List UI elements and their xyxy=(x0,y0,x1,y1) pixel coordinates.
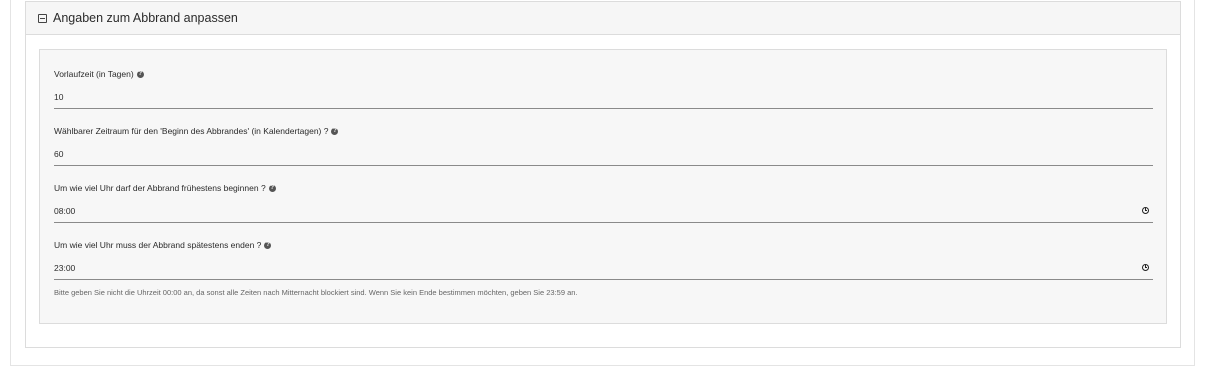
panel-title: Angaben zum Abbrand anpassen xyxy=(53,11,238,25)
form-area: Vorlaufzeit (in Tagen) ? 10 Wählbarer Ze… xyxy=(39,49,1167,324)
lead-time-label: Vorlaufzeit (in Tagen) xyxy=(54,69,134,79)
help-icon[interactable]: ? xyxy=(331,128,339,135)
help-icon[interactable]: ? xyxy=(136,71,144,78)
clock-icon[interactable] xyxy=(1142,207,1149,214)
selectable-period-input[interactable]: 60 xyxy=(54,149,1153,166)
earliest-start-time-input[interactable]: 08:00 xyxy=(54,206,1153,223)
hint-text: Bitte geben Sie nicht die Uhrzeit 00:00 … xyxy=(54,288,578,297)
field-latest-end: Um wie viel Uhr muss der Abbrand spätest… xyxy=(54,240,1153,280)
clock-icon[interactable] xyxy=(1142,264,1149,271)
latest-end-time-input[interactable]: 23:00 xyxy=(54,263,1153,280)
field-selectable-period: Wählbarer Zeitraum für den 'Beginn des A… xyxy=(54,126,1153,166)
lead-time-input[interactable]: 10 xyxy=(54,92,1153,109)
collapse-icon[interactable] xyxy=(38,13,47,23)
latest-end-label: Um wie viel Uhr muss der Abbrand spätest… xyxy=(54,240,262,250)
selectable-period-label: Wählbarer Zeitraum für den 'Beginn des A… xyxy=(54,126,329,136)
earliest-start-label: Um wie viel Uhr darf der Abbrand frühest… xyxy=(54,183,266,193)
field-earliest-start: Um wie viel Uhr darf der Abbrand frühest… xyxy=(54,183,1153,223)
panel-header[interactable]: Angaben zum Abbrand anpassen xyxy=(26,2,1180,35)
settings-panel: Angaben zum Abbrand anpassen Vorlaufzeit… xyxy=(25,1,1181,348)
field-lead-time: Vorlaufzeit (in Tagen) ? 10 xyxy=(54,69,1153,109)
help-icon[interactable]: ? xyxy=(268,185,276,192)
help-icon[interactable]: ? xyxy=(264,242,272,249)
